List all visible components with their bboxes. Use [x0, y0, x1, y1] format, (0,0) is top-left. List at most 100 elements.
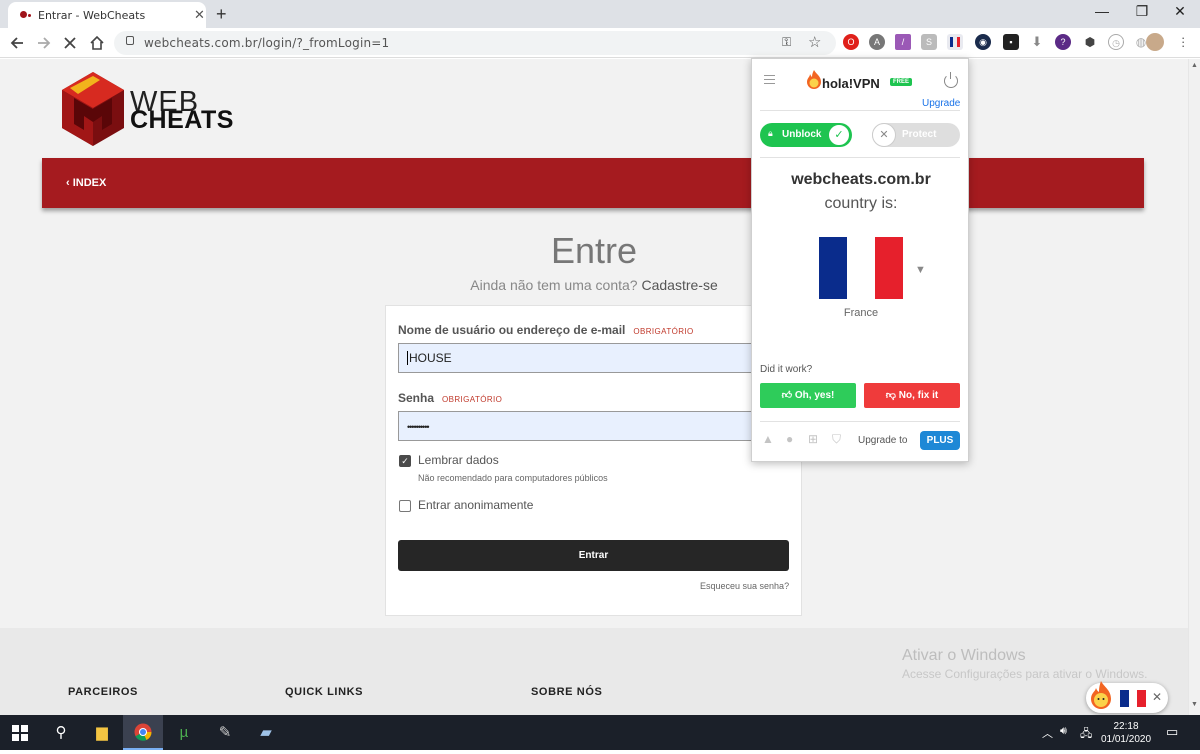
- tab-close-icon[interactable]: ✕: [194, 7, 205, 23]
- notepad-icon[interactable]: ▰: [246, 715, 286, 750]
- clock-time: 22:18: [1113, 721, 1139, 732]
- index-link[interactable]: ‹ INDEX: [66, 177, 106, 189]
- key-icon[interactable]: ⚿: [782, 35, 791, 50]
- shield-icon[interactable]: ⛉: [832, 432, 841, 447]
- cube-extension-icon[interactable]: ⬢: [1082, 34, 1098, 50]
- footer-heading-quick-links: QUICK LINKS: [285, 686, 364, 698]
- france-flag-icon[interactable]: [819, 237, 903, 299]
- chrome-taskbar-icon[interactable]: [123, 715, 163, 750]
- hola-vpn-popup: hola!VPN FREE Upgrade 🔒︎ Unblock ✓ ✕ Pro…: [751, 58, 969, 462]
- opera-extension-icon[interactable]: O: [843, 34, 859, 50]
- required-tag: OBRIGATÓRIO: [633, 327, 694, 336]
- yes-label: Oh, yes!: [794, 390, 835, 401]
- volume-icon[interactable]: 🔊︎: [1060, 725, 1067, 738]
- maximize-button[interactable]: ❐: [1132, 3, 1152, 20]
- taskbar-clock[interactable]: 22:18 01/01/2020: [1096, 720, 1156, 746]
- forward-arrow-icon[interactable]: [37, 36, 51, 50]
- hola-flag-extension-icon[interactable]: [947, 34, 963, 50]
- search-icon[interactable]: ⚲: [41, 715, 81, 750]
- clock-extension-icon[interactable]: ◷: [1108, 34, 1124, 50]
- forgot-password-link[interactable]: Esqueceu sua senha?: [700, 581, 789, 591]
- country-is-label: country is:: [824, 195, 898, 212]
- page-title: Entre: [550, 230, 638, 271]
- back-arrow-icon[interactable]: [10, 36, 24, 50]
- paint-icon[interactable]: ✎: [205, 715, 245, 750]
- utorrent-icon[interactable]: µ: [164, 715, 204, 750]
- username-label: Nome de usuário ou endereço de e-mail OBR…: [398, 323, 694, 337]
- tab-strip: Entrar - WebCheats ✕ + — ❐ ✕: [0, 0, 1200, 28]
- anonymous-label[interactable]: Entrar anonimamente: [418, 498, 533, 512]
- stop-loading-icon[interactable]: [63, 36, 77, 50]
- network-icon[interactable]: 🖧︎: [1080, 725, 1092, 744]
- protect-label: Protect: [902, 129, 937, 140]
- url-text[interactable]: webcheats.com.br/login/?_fromLogin=1: [144, 36, 389, 50]
- plus-button[interactable]: PLUS: [920, 431, 960, 450]
- password-label-text: Senha: [398, 391, 435, 405]
- remember-checkbox[interactable]: ✓: [399, 455, 411, 467]
- site-favicon-dot: [28, 14, 31, 17]
- download-extension-icon[interactable]: ⬇: [1029, 34, 1045, 50]
- adblock-extension-icon[interactable]: A: [869, 34, 885, 50]
- anonymous-checkbox[interactable]: [399, 500, 411, 512]
- upgrade-link[interactable]: Upgrade: [922, 98, 960, 109]
- unblock-toggle[interactable]: 🔒︎ Unblock ✓: [760, 123, 852, 147]
- password-label: Senha OBRIGATÓRIO: [398, 391, 502, 405]
- bookmark-star-icon[interactable]: ☆: [808, 33, 821, 51]
- close-window-button[interactable]: ✕: [1170, 3, 1190, 20]
- scroll-up-icon[interactable]: ▲: [1191, 62, 1198, 69]
- browser-menu-icon[interactable]: · · ·: [1181, 31, 1185, 52]
- fix-it-button[interactable]: 👎︎ No, fix it: [864, 383, 960, 408]
- webcheats-logo-icon[interactable]: [60, 70, 126, 148]
- apple-icon[interactable]: ●: [786, 432, 793, 446]
- site-favicon-icon: [20, 11, 27, 18]
- profile-avatar[interactable]: [1146, 33, 1164, 51]
- no-label: No, fix it: [898, 390, 939, 401]
- windows-icon[interactable]: ⊞: [808, 432, 818, 446]
- android-icon[interactable]: ▲: [762, 432, 774, 446]
- pen-extension-icon[interactable]: /: [895, 34, 911, 50]
- upgrade-to-label: Upgrade to: [858, 435, 908, 446]
- protect-toggle[interactable]: ✕ Protect: [872, 123, 960, 147]
- s-extension-icon[interactable]: S: [921, 34, 937, 50]
- power-icon[interactable]: [944, 72, 958, 88]
- new-tab-button[interactable]: +: [216, 4, 227, 25]
- signup-link[interactable]: Cadastre-se: [641, 277, 717, 293]
- address-bar[interactable]: webcheats.com.br/login/?_fromLogin=1 ⚿ ☆: [114, 31, 836, 55]
- france-flag-icon: [1120, 690, 1146, 707]
- hola-floating-widget[interactable]: ✕: [1086, 681, 1168, 713]
- minimize-button[interactable]: —: [1092, 3, 1112, 19]
- hola-brand: hola!VPN: [822, 76, 880, 91]
- current-site: webcheats.com.br: [791, 171, 931, 188]
- hola-flame-icon: [807, 70, 821, 89]
- browser-toolbar: webcheats.com.br/login/?_fromLogin=1 ⚿ ☆: [0, 28, 1200, 58]
- file-explorer-icon[interactable]: ▆: [82, 715, 122, 750]
- scroll-down-icon[interactable]: ▼: [1191, 701, 1198, 708]
- password-input[interactable]: ••••••••••: [398, 411, 790, 441]
- home-icon[interactable]: [89, 35, 105, 50]
- username-input[interactable]: HOUSE: [398, 343, 790, 373]
- x-icon: ✕: [872, 123, 896, 147]
- tray-chevron-icon[interactable]: ︿: [1042, 725, 1053, 741]
- windows-activation-title: Ativar o Windows: [902, 647, 1026, 664]
- clock-date: 01/01/2020: [1100, 734, 1152, 745]
- check-icon: ✓: [828, 124, 850, 146]
- remember-label[interactable]: Lembrar dados: [418, 453, 499, 467]
- widget-close-icon[interactable]: ✕: [1152, 690, 1162, 704]
- notifications-icon[interactable]: ▭: [1166, 724, 1178, 740]
- login-submit-button[interactable]: Entrar: [398, 540, 789, 571]
- logo-word-cheats: CHEATS: [130, 106, 234, 134]
- notification-extension-icon[interactable]: ▪: [1003, 34, 1019, 50]
- country-dropdown-icon[interactable]: ▼: [915, 264, 926, 276]
- shield-extension-icon[interactable]: ◉: [975, 34, 991, 50]
- scrollbar[interactable]: ▲ ▼: [1188, 59, 1200, 715]
- start-button[interactable]: [0, 715, 40, 750]
- purple-extension-icon[interactable]: ?: [1055, 34, 1071, 50]
- tab-title: Entrar - WebCheats: [38, 9, 146, 22]
- username-value: HOUSE: [407, 351, 452, 365]
- footer-heading-partners: PARCEIROS: [68, 686, 138, 698]
- hamburger-menu-icon[interactable]: [764, 75, 775, 84]
- browser-tab[interactable]: Entrar - WebCheats ✕: [8, 2, 206, 28]
- did-it-work-label: Did it work?: [760, 364, 813, 375]
- yes-button[interactable]: 👍︎ Oh, yes!: [760, 383, 856, 408]
- unblock-label: Unblock: [782, 129, 822, 140]
